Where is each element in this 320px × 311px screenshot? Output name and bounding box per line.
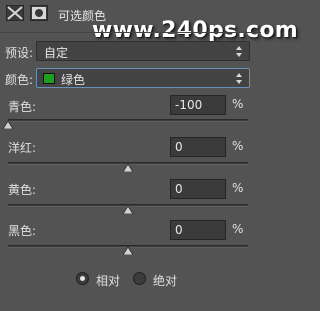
preset-label: 预设:: [5, 46, 34, 60]
cyan-percent: %: [232, 97, 244, 111]
adjustment-layer-icon[interactable]: [6, 5, 24, 21]
magenta-value-field[interactable]: 0: [170, 137, 226, 157]
magenta-slider-thumb[interactable]: [123, 164, 133, 172]
preset-dropdown[interactable]: 自定: [36, 41, 250, 61]
colors-value: 绿色: [61, 73, 86, 87]
relative-radio[interactable]: [76, 272, 89, 285]
header-divider: [0, 32, 261, 33]
dropdown-arrows-icon: [236, 46, 242, 57]
colors-dropdown[interactable]: 绿色: [36, 68, 250, 88]
color-swatch: [43, 73, 55, 84]
cyan-slider-track[interactable]: [8, 119, 248, 122]
magenta-percent: %: [232, 139, 244, 153]
method-radio-group: 相对 绝对: [0, 270, 261, 288]
relative-label[interactable]: 相对: [96, 272, 120, 289]
cyan-label: 青色:: [8, 100, 37, 114]
absolute-label[interactable]: 绝对: [153, 272, 177, 289]
black-value-field[interactable]: 0: [170, 220, 226, 240]
watermark-text: www.240ps.com: [92, 18, 299, 43]
absolute-radio[interactable]: [133, 272, 146, 285]
black-slider-thumb[interactable]: [123, 247, 133, 255]
colors-label: 颜色:: [5, 73, 34, 87]
black-percent: %: [232, 222, 244, 236]
black-label: 黑色:: [8, 224, 37, 238]
layer-mask-icon[interactable]: [30, 5, 48, 21]
cyan-slider-thumb[interactable]: [3, 121, 13, 129]
preset-value: 自定: [44, 46, 69, 60]
cyan-value-field[interactable]: -100: [170, 95, 226, 115]
magenta-label: 洋红:: [8, 141, 37, 155]
yellow-percent: %: [232, 181, 244, 195]
yellow-slider-thumb[interactable]: [123, 206, 133, 214]
dropdown-arrows-icon: [236, 73, 242, 84]
yellow-value-field[interactable]: 0: [170, 179, 226, 199]
yellow-label: 黄色:: [8, 183, 37, 197]
